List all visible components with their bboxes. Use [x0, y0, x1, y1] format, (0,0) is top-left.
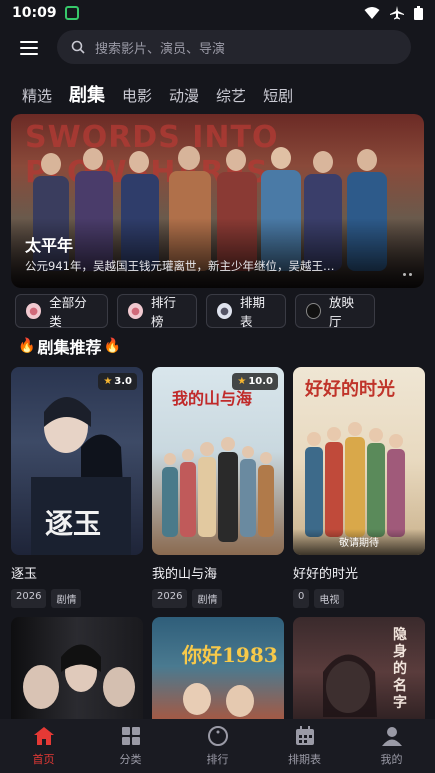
rating-value: 3.0 — [114, 376, 132, 387]
series-card[interactable]: 你好1983 — [152, 617, 284, 727]
search-input[interactable]: 搜索影片、演员、导演 — [57, 30, 411, 64]
series-card[interactable]: 我的山与海 ★ 10.0 我的山与海 2026 剧情 — [152, 367, 284, 608]
status-time: 10:09 — [12, 5, 57, 21]
cat-icon: ● — [217, 303, 232, 319]
nav-profile[interactable]: 我的 — [348, 719, 435, 773]
fire-icon: 🔥 — [103, 338, 121, 354]
tab-series[interactable]: 剧集 — [69, 82, 105, 110]
nav-label: 排行 — [206, 753, 229, 766]
banner-title: 太平年 — [25, 236, 74, 255]
status-icons — [364, 6, 423, 20]
film-reel-icon — [306, 303, 322, 319]
series-card[interactable]: 好好的时光 敬请期待 好好的时光 0 电视 — [293, 367, 425, 608]
tag-year: 2026 — [11, 589, 47, 608]
hero-banner[interactable]: SWORDS INTO PLOWSHARES 太平年 公元941年，吴越国王钱元… — [11, 114, 424, 288]
star-icon: ★ — [237, 376, 247, 387]
category-tabs: 精选 剧集 电影 动漫 综艺 短剧 — [0, 78, 435, 110]
card-title: 逐玉 — [11, 567, 38, 582]
poster-image: 我的山与海 ★ 10.0 — [152, 367, 284, 555]
card-tags: 0 电视 — [293, 589, 425, 608]
wifi-icon — [364, 7, 380, 19]
airplane-icon — [390, 6, 404, 20]
search-placeholder: 搜索影片、演员、导演 — [95, 41, 226, 57]
tab-anime[interactable]: 动漫 — [169, 82, 199, 110]
nav-schedule[interactable]: 排期表 — [261, 719, 348, 773]
series-card[interactable]: 逐玉 ★ 3.0 逐玉 2026 剧情 — [11, 367, 143, 608]
status-bar: 10:09 — [0, 0, 435, 26]
bottom-navigation: 首页 分类 排行 排期表 我的 — [0, 719, 435, 773]
poster-image: 逐玉 ★ 3.0 — [11, 367, 143, 555]
poster-image: 你好1983 — [152, 617, 284, 727]
user-icon — [381, 727, 402, 746]
calendar-icon — [295, 726, 314, 745]
nav-label: 我的 — [380, 753, 403, 766]
card-tags: 2026 剧情 — [11, 589, 143, 608]
screening-room-button[interactable]: 放映厅 — [295, 294, 375, 329]
poster-title-art: 好好的时光 — [305, 379, 395, 400]
menu-button[interactable] — [20, 39, 44, 57]
tab-featured[interactable]: 精选 — [22, 82, 52, 110]
rating-badge: ★ 10.0 — [232, 373, 278, 390]
star-icon: ★ — [103, 376, 113, 387]
poster-image — [11, 617, 143, 727]
poster-title-art: 逐玉 — [45, 507, 102, 540]
poster-title-art: 隐身的名字 — [393, 627, 407, 711]
nav-categories[interactable]: 分类 — [87, 719, 174, 773]
banner-description: 公元941年，吴越国王钱元瓘离世，新主少年继位，吴越王… — [25, 259, 335, 273]
quick-link-label: 放映厅 — [329, 295, 355, 329]
section-title-text: 剧集推荐 — [37, 338, 102, 357]
quick-link-label: 全部分类 — [49, 295, 87, 329]
header: 搜索影片、演员、导演 — [0, 30, 435, 66]
carousel-indicator — [403, 273, 412, 276]
coming-soon-label: 敬请期待 — [293, 529, 425, 555]
card-title: 好好的时光 — [293, 567, 359, 582]
pig-icon: ● — [26, 303, 42, 319]
rating-value: 10.0 — [248, 376, 273, 387]
tag-genre: 剧情 — [192, 589, 223, 608]
home-icon — [33, 727, 54, 745]
tag-genre: 剧情 — [51, 589, 82, 608]
pig-icon: ● — [128, 303, 143, 319]
quick-link-label: 排行榜 — [150, 295, 176, 329]
app-notification-icon — [64, 6, 79, 20]
card-title: 我的山与海 — [152, 567, 218, 582]
nav-ranking[interactable]: 排行 — [174, 719, 261, 773]
compass-icon — [207, 726, 228, 746]
nav-label: 分类 — [119, 753, 142, 766]
tab-short-drama[interactable]: 短剧 — [263, 82, 293, 110]
nav-home[interactable]: 首页 — [0, 719, 87, 773]
tag-year: 2026 — [152, 589, 188, 608]
tag-genre: 电视 — [314, 589, 345, 608]
nav-label: 排期表 — [288, 753, 321, 766]
battery-icon — [414, 6, 423, 20]
section-title: 🔥 剧集推荐 🔥 — [18, 334, 121, 358]
poster-image: 隐身的名字 — [293, 617, 425, 727]
card-tags: 2026 剧情 — [152, 589, 284, 608]
schedule-button[interactable]: ● 排期表 — [206, 294, 286, 329]
search-icon — [71, 40, 85, 54]
tag-year: 0 — [293, 589, 310, 608]
series-card[interactable]: 隐身的名字 — [293, 617, 425, 727]
fire-icon: 🔥 — [18, 338, 36, 354]
tab-movies[interactable]: 电影 — [122, 82, 152, 110]
all-categories-button[interactable]: ● 全部分类 — [15, 294, 108, 329]
quick-links: ● 全部分类 ● 排行榜 ● 排期表 放映厅 — [15, 294, 425, 329]
ranking-button[interactable]: ● 排行榜 — [117, 294, 197, 329]
rating-badge: ★ 3.0 — [98, 373, 137, 390]
nav-label: 首页 — [32, 753, 55, 766]
grid-icon — [121, 727, 140, 745]
series-card[interactable] — [11, 617, 143, 727]
quick-link-label: 排期表 — [239, 295, 265, 329]
tab-variety[interactable]: 综艺 — [216, 82, 246, 110]
poster-image: 好好的时光 敬请期待 — [293, 367, 425, 555]
